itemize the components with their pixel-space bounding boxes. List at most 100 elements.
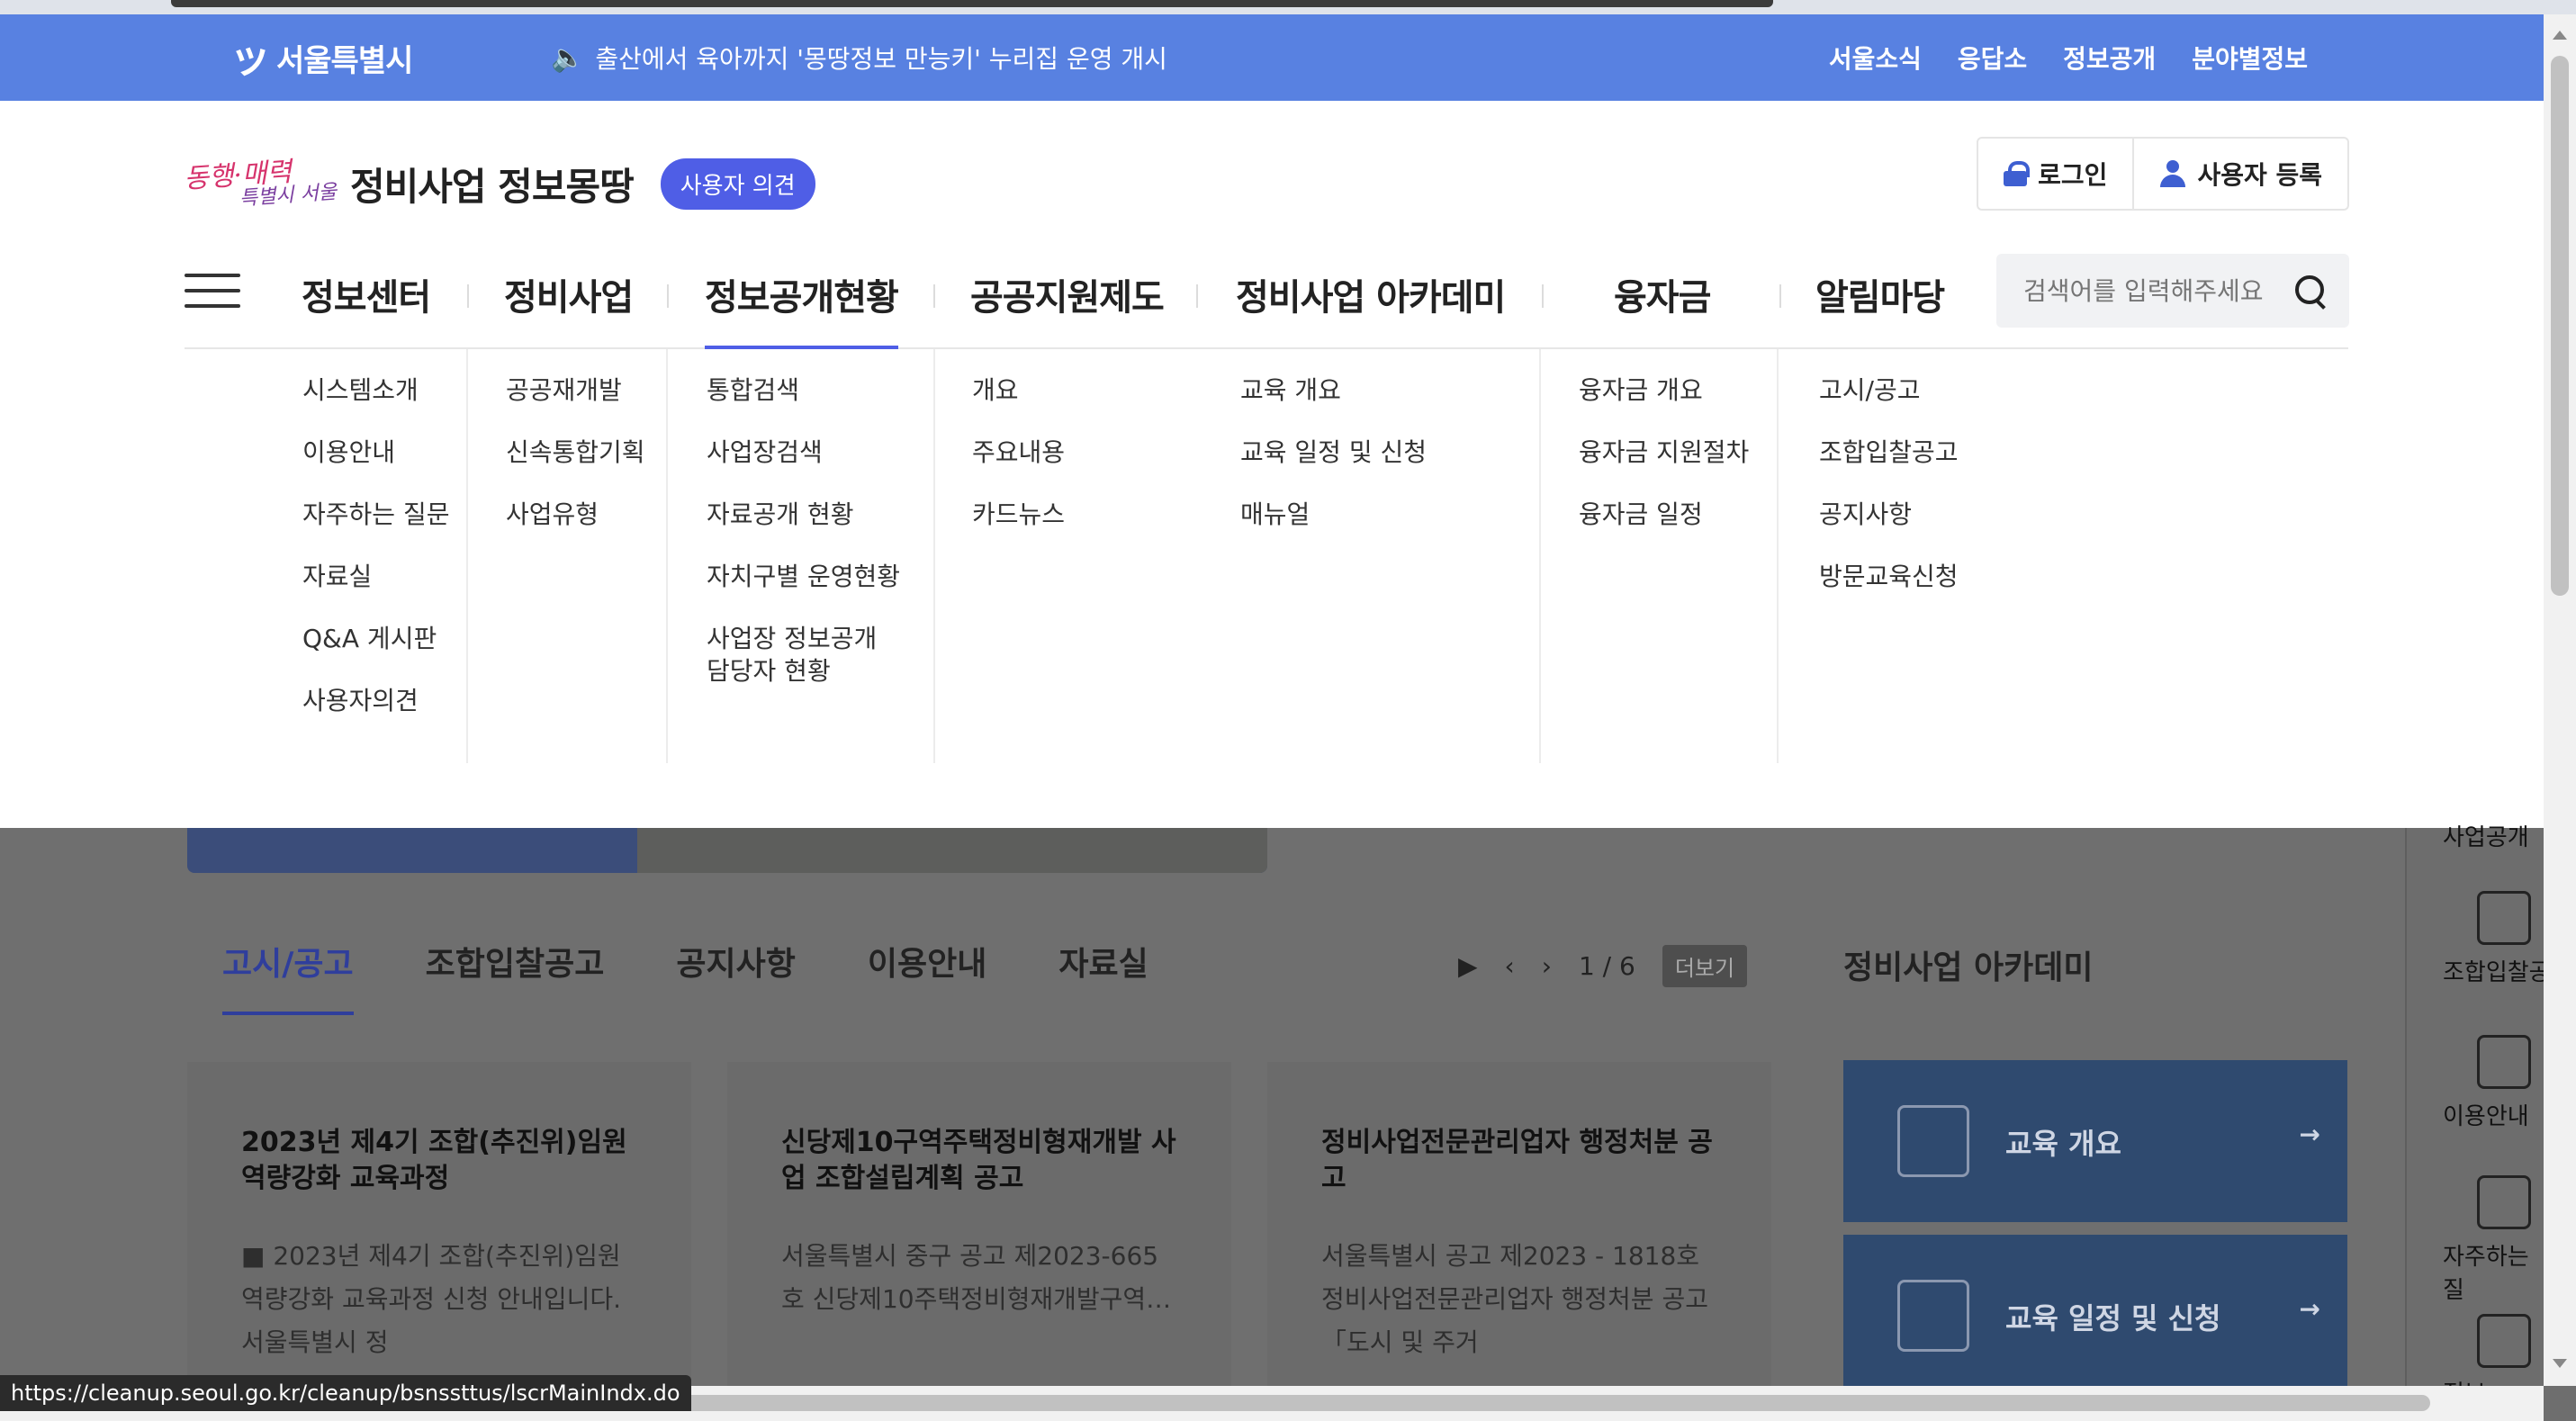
menu-system-intro[interactable]: 시스템소개 — [302, 374, 466, 407]
menu-usage-guide[interactable]: 이용안내 — [302, 436, 466, 469]
gnb-public-support[interactable]: 공공지원제도 — [970, 268, 1165, 320]
gnb-info-center[interactable]: 정보센터 — [302, 268, 431, 320]
page-content-dimmed: 고시/공고 조합입찰공고 공지사항 이용안내 자료실 ▶ ‹ › 1 / 6 더… — [0, 824, 2551, 1408]
util-link-eungdapso[interactable]: 응답소 — [1958, 40, 2027, 76]
user-opinion-button[interactable]: 사용자 의견 — [660, 158, 815, 210]
tab-public-notice[interactable]: 고시/공고 — [222, 938, 354, 1015]
chat-icon — [2477, 1175, 2531, 1229]
menu-announcements[interactable]: 공지사항 — [1819, 499, 1999, 531]
more-button[interactable]: 더보기 — [1662, 945, 1748, 987]
site-header: 동행·매력 특별시 서울 정비사업 정보몽땅 사용자 의견 로그인 사용자 등록… — [0, 101, 2544, 828]
tab-union-bid[interactable]: 조합입찰공고 — [426, 938, 605, 1015]
menu-qna[interactable]: Q&A 게시판 — [302, 623, 466, 655]
util-link-info-disclosure[interactable]: 정보공개 — [2063, 40, 2156, 76]
document-check-icon — [2477, 1035, 2531, 1089]
tab-announcements[interactable]: 공지사항 — [676, 938, 795, 1015]
menu-union-bid-notice[interactable]: 조합입찰공고 — [1819, 436, 1999, 469]
scroll-up-icon[interactable] — [2553, 31, 2567, 40]
utility-bar: ッ 서울특별시 🔈 출산에서 육아까지 '몽땅정보 만능키' 누리집 운영 개시… — [0, 14, 2544, 101]
tab-archive[interactable]: 자료실 — [1058, 938, 1148, 1015]
notice-text: 출산에서 육아까지 '몽땅정보 만능키' 누리집 운영 개시 — [595, 44, 1167, 74]
menu-education-schedule[interactable]: 교육 일정 및 신청 — [1240, 436, 1537, 469]
utility-links: 서울소식 응답소 정보공개 분야별정보 — [1829, 40, 2308, 76]
next-icon[interactable]: › — [1542, 951, 1552, 981]
menu-data-disclosure-status[interactable]: 자료공개 현황 — [707, 499, 933, 531]
gnb-disclosure-status[interactable]: 정보공개현황 — [705, 268, 899, 349]
menu-archive[interactable]: 자료실 — [302, 561, 466, 593]
board-tabs: 고시/공고 조합입찰공고 공지사항 이용안내 자료실 — [222, 938, 1148, 1015]
seoul-logo-text: 서울특별시 — [276, 42, 413, 79]
academy-title: 정비사업 아카데미 — [1843, 949, 2094, 986]
quick-item-usage-guide[interactable]: 이용안내 — [2443, 1098, 2551, 1131]
menu-integrated-search[interactable]: 통합검색 — [707, 374, 933, 407]
notice-ticker[interactable]: 🔈 출산에서 육아까지 '몽땅정보 만능키' 누리집 운영 개시 — [551, 40, 1167, 76]
quick-item-faq[interactable]: 자주하는 질 — [2443, 1238, 2551, 1305]
main-banner — [187, 828, 1267, 873]
browser-top-strip — [0, 0, 2576, 14]
scroll-thumb[interactable] — [2551, 56, 2569, 596]
quick-menu: 사업공개 조합입찰공 이용안내 자주하는 질 정보 — [2405, 824, 2551, 1408]
menu-education-overview[interactable]: 교육 개요 — [1240, 374, 1537, 407]
mega-col-projects: 공공재개발 신속통합기획 사업유형 — [506, 349, 668, 763]
menu-faq[interactable]: 자주하는 질문 — [302, 499, 466, 531]
mega-col-info-center: 시스템소개 이용안내 자주하는 질문 자료실 Q&A 게시판 사용자의견 — [302, 349, 468, 763]
menu-project-types[interactable]: 사업유형 — [506, 499, 666, 531]
login-button[interactable]: 로그인 — [1978, 139, 2132, 209]
vertical-scrollbar[interactable] — [2544, 14, 2576, 1386]
browser-tab-strip — [171, 0, 1773, 7]
calendar-icon — [1897, 1280, 1969, 1352]
menu-manual[interactable]: 매뉴얼 — [1240, 499, 1537, 531]
main-navigation: 정보센터 정비사업 정보공개현황 공공지원제도 정비사업 아카데미 융자금 알림… — [185, 236, 2349, 349]
arrow-right-icon: → — [2299, 1120, 2320, 1149]
search-box — [1996, 254, 2349, 328]
seoul-slogan-logo: 동행·매력 특별시 서울 — [183, 156, 338, 211]
gnb-notice-board[interactable]: 알림마당 — [1815, 268, 1945, 320]
menu-loan-overview[interactable]: 융자금 개요 — [1579, 374, 1777, 407]
seoul-logo-icon: ッ — [230, 33, 271, 82]
quick-item-disclosure[interactable]: 사업공개 — [2443, 819, 2551, 852]
prev-icon[interactable]: ‹ — [1505, 951, 1515, 981]
menu-public-redevelopment[interactable]: 공공재개발 — [506, 374, 666, 407]
auth-box: 로그인 사용자 등록 — [1977, 137, 2349, 211]
menu-public-notice[interactable]: 고시/공고 — [1819, 374, 1999, 407]
hamburger-menu-icon[interactable] — [185, 274, 240, 308]
menu-site-search[interactable]: 사업장검색 — [707, 437, 823, 467]
scroll-down-icon[interactable] — [2553, 1359, 2567, 1368]
gnb-academy[interactable]: 정비사업 아카데미 — [1236, 268, 1506, 320]
menu-loan-schedule[interactable]: 융자금 일정 — [1579, 499, 1777, 531]
menu-fast-track-planning[interactable]: 신속통합기획 — [506, 436, 666, 469]
register-button[interactable]: 사용자 등록 — [2132, 139, 2347, 209]
book-icon — [2477, 1314, 2531, 1368]
menu-loan-procedure[interactable]: 융자금 지원절차 — [1579, 436, 1777, 469]
academy-education-schedule[interactable]: 교육 일정 및 신청 → — [1843, 1235, 2347, 1397]
gnb-maintenance-project[interactable]: 정비사업 — [504, 268, 634, 320]
arrow-right-icon: → — [2299, 1294, 2320, 1324]
menu-user-opinion[interactable]: 사용자의견 — [302, 685, 466, 717]
menu-site-disclosure-manager[interactable]: 사업장 정보공개 담당자 현황 — [707, 623, 933, 688]
mega-col-notice: 고시/공고 조합입찰공고 공지사항 방문교육신청 — [1819, 349, 1999, 763]
search-input[interactable] — [1996, 254, 2266, 328]
gnb-loan[interactable]: 융자금 — [1614, 268, 1711, 320]
site-title: 정비사업 정보몽땅 — [350, 165, 635, 209]
util-link-seoul-news[interactable]: 서울소식 — [1829, 40, 1922, 76]
util-link-field-info[interactable]: 분야별정보 — [2192, 40, 2308, 76]
mega-col-loan: 융자금 개요 융자금 지원절차 융자금 일정 — [1579, 349, 1779, 763]
seoul-logo[interactable]: ッ 서울특별시 — [230, 31, 413, 85]
academy-education-overview[interactable]: 교육 개요 → — [1843, 1060, 2347, 1222]
brand[interactable]: 동행·매력 특별시 서울 정비사업 정보몽땅 사용자 의견 — [183, 156, 815, 211]
lock-icon — [2004, 161, 2031, 186]
status-bar-url: https://cleanup.seoul.go.kr/cleanup/bsns… — [0, 1375, 691, 1411]
play-icon[interactable]: ▶ — [1458, 951, 1478, 981]
tab-usage-guide[interactable]: 이용안내 — [868, 938, 986, 1015]
mega-col-academy: 교육 개요 교육 일정 및 신청 매뉴얼 — [1240, 349, 1537, 763]
menu-district-operation[interactable]: 자치구별 운영현황 — [707, 561, 933, 593]
notice-card[interactable]: 2023년 제4기 조합(추진위)임원 역량강화 교육과정 ■ 2023년 제4… — [187, 1062, 691, 1386]
notice-card[interactable]: 정비사업전문관리업자 행정처분 공고 서울특별시 공고 제2023 - 1818… — [1267, 1062, 1771, 1386]
board-pager: ▶ ‹ › 1 / 6 더보기 — [1458, 945, 1748, 987]
search-icon[interactable] — [2295, 275, 2326, 306]
video-icon — [1897, 1105, 1969, 1177]
notice-card[interactable]: 신당제10구역주택정비형재개발 사업 조합설립계획 공고 서울특별시 중구 공고… — [727, 1062, 1231, 1386]
menu-visit-education[interactable]: 방문교육신청 — [1819, 561, 1999, 593]
quick-item-union-bid[interactable]: 조합입찰공 — [2443, 954, 2551, 987]
h-scroll-thumb[interactable] — [594, 1395, 2430, 1411]
